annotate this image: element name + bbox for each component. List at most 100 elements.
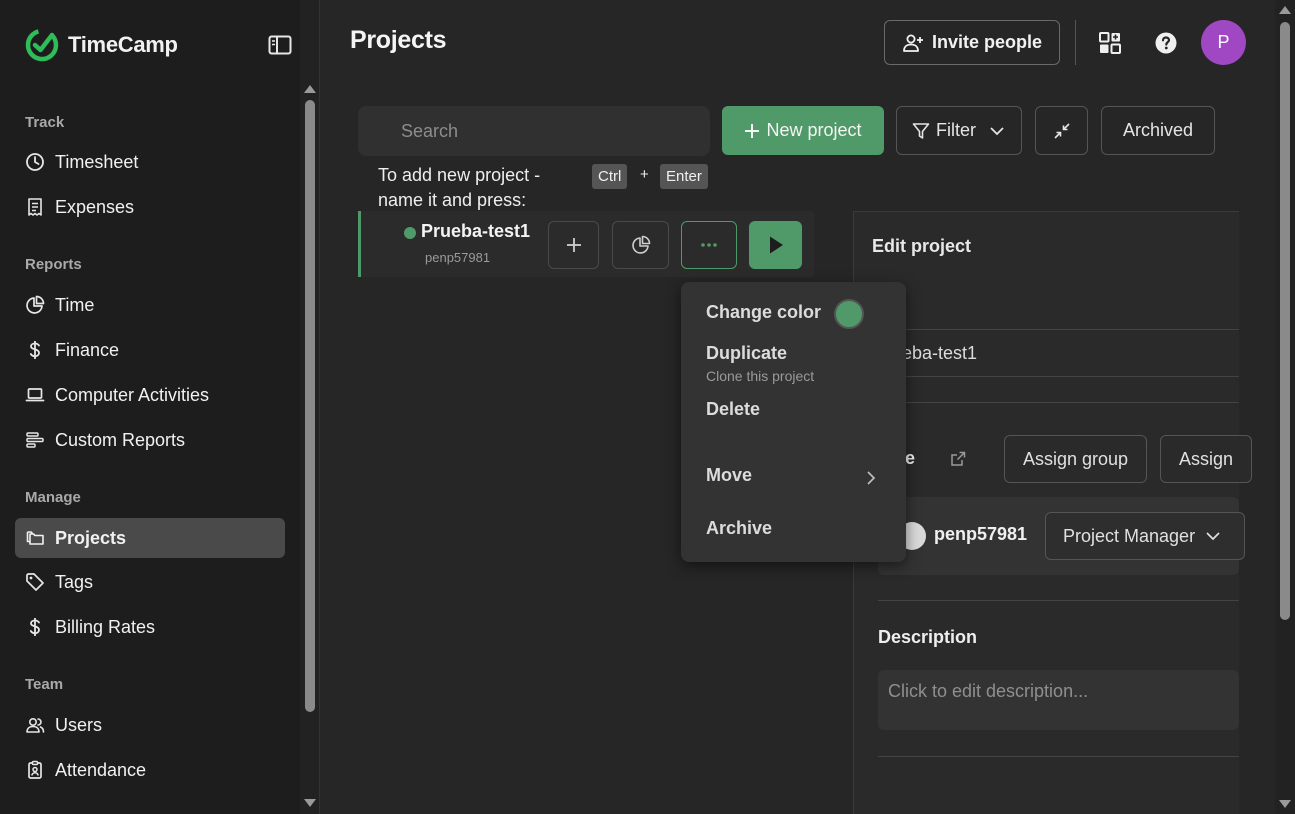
user-avatar[interactable]: P	[1201, 20, 1246, 65]
color-swatch[interactable]	[834, 299, 864, 329]
sidebar-scrollbar[interactable]	[300, 0, 320, 814]
dollar-icon	[29, 341, 40, 359]
plus-icon	[745, 123, 760, 138]
help-icon[interactable]	[1154, 31, 1178, 55]
scroll-up-arrow-icon[interactable]	[304, 85, 316, 93]
users-icon	[26, 717, 45, 733]
sidebar-item-expenses[interactable]: Expenses	[15, 187, 285, 227]
archived-label: Archived	[1122, 120, 1194, 140]
sidebar-item-users[interactable]: Users	[15, 705, 285, 745]
new-project-button[interactable]: New project	[722, 106, 884, 155]
sidebar: TimeCamp Track Timesheet Expenses Report…	[0, 0, 300, 814]
clipboard-user-icon	[28, 760, 42, 779]
scrollbar-thumb[interactable]	[1280, 22, 1290, 620]
divider	[878, 402, 1239, 403]
project-report-button[interactable]	[612, 221, 669, 269]
sidebar-item-projects[interactable]: Projects	[15, 518, 285, 558]
laptop-icon	[25, 388, 45, 402]
integrations-puzzle-icon[interactable]	[1098, 31, 1122, 55]
add-task-button[interactable]	[548, 221, 599, 269]
sidebar-item-label: Custom Reports	[55, 429, 186, 450]
timecamp-logo-icon	[25, 28, 59, 62]
sidebar-item-time[interactable]: Time	[15, 285, 285, 325]
archived-button[interactable]: Archived	[1101, 106, 1215, 155]
filter-icon	[912, 122, 930, 139]
sidebar-item-attendance[interactable]: Attendance	[15, 750, 285, 790]
pie-chart-icon	[631, 235, 650, 254]
start-timer-button[interactable]	[749, 221, 802, 269]
new-project-label: New project	[766, 120, 862, 140]
play-icon	[769, 236, 783, 254]
project-name-field[interactable]: rueba-test1	[878, 329, 1239, 377]
assign-group-button[interactable]: Assign group	[1004, 435, 1148, 483]
invite-people-label: Invite people	[931, 32, 1043, 52]
scrollbar-thumb[interactable]	[305, 100, 315, 712]
project-name[interactable]: Prueba-test1	[421, 221, 530, 242]
pie-chart-icon	[26, 295, 45, 314]
add-user-icon	[903, 34, 923, 52]
search-input[interactable]	[358, 106, 710, 156]
menu-delete[interactable]: Delete	[706, 399, 760, 420]
sidebar-item-finance[interactable]: Finance	[15, 330, 285, 370]
scroll-up-arrow-icon[interactable]	[1279, 6, 1291, 14]
description-field[interactable]: Click to edit description...	[878, 670, 1239, 730]
filter-button[interactable]: Filter	[896, 106, 1022, 155]
section-track-label: Track	[25, 114, 65, 131]
sidebar-item-label: Timesheet	[55, 151, 139, 172]
chevron-down-icon	[990, 126, 1004, 135]
scroll-down-arrow-icon[interactable]	[304, 799, 316, 807]
ctrl-key-badge: Ctrl	[592, 164, 628, 189]
logo-text: TimeCamp	[68, 32, 178, 57]
project-color-dot	[404, 227, 416, 239]
menu-change-color[interactable]: Change color	[706, 302, 821, 323]
collapse-view-button[interactable]	[1035, 106, 1088, 155]
sidebar-item-label: Attendance	[55, 759, 147, 780]
sidebar-item-label: Computer Activities	[55, 384, 210, 405]
sidebar-item-tags[interactable]: Tags	[15, 562, 285, 602]
chevron-down-icon	[1206, 532, 1220, 541]
divider	[878, 600, 1239, 601]
scroll-down-arrow-icon[interactable]	[1279, 800, 1291, 808]
chevron-right-icon	[867, 471, 876, 485]
filter-label: Filter	[936, 120, 976, 140]
menu-archive[interactable]: Archive	[706, 518, 772, 539]
member-role-select[interactable]: Project Manager	[1045, 512, 1245, 560]
more-options-button[interactable]	[681, 221, 737, 269]
enter-key-badge: Enter	[660, 164, 708, 189]
section-team-label: Team	[25, 676, 64, 693]
sidebar-item-billing-rates[interactable]: Billing Rates	[15, 607, 285, 647]
divider	[878, 756, 1239, 757]
sidebar-item-label: Projects	[55, 527, 127, 548]
sidebar-item-label: Finance	[55, 339, 120, 360]
receipt-icon	[28, 198, 42, 216]
invite-people-button[interactable]: Invite people	[884, 20, 1060, 65]
external-link-icon[interactable]	[950, 451, 966, 467]
section-reports-label: Reports	[25, 256, 82, 273]
menu-duplicate[interactable]: Duplicate	[706, 343, 787, 364]
sidebar-item-label: Time	[55, 294, 95, 315]
add-project-hint: To add new project - name it and press:	[378, 165, 541, 210]
description-title: Description	[878, 627, 978, 647]
sidebar-item-timesheet[interactable]: Timesheet	[15, 142, 285, 182]
sidebar-item-label: Tags	[55, 571, 94, 592]
logo[interactable]: TimeCamp	[24, 27, 178, 63]
assign-button[interactable]: Assign	[1160, 435, 1253, 483]
page-title: Projects	[350, 26, 447, 54]
project-owner: penp57981	[425, 250, 491, 265]
clock-icon	[26, 153, 44, 171]
edit-project-title: Edit project	[872, 236, 972, 256]
menu-duplicate-subtitle: Clone this project	[706, 368, 815, 384]
sidebar-item-computer-activities[interactable]: Computer Activities	[15, 375, 285, 415]
sidebar-item-custom-reports[interactable]: Custom Reports	[15, 420, 285, 460]
more-dots-icon	[701, 243, 717, 247]
tag-icon	[26, 573, 44, 591]
sidebar-item-label: Users	[55, 714, 103, 735]
folders-icon	[26, 531, 44, 545]
report-lines-icon	[26, 432, 44, 448]
sidebar-item-label: Billing Rates	[55, 616, 156, 637]
menu-move[interactable]: Move	[706, 465, 752, 486]
sidebar-collapse-icon[interactable]	[268, 35, 292, 55]
main-scrollbar[interactable]	[1275, 0, 1295, 814]
member-role-value: Project Manager	[1063, 525, 1196, 546]
plus-icon	[566, 238, 581, 252]
